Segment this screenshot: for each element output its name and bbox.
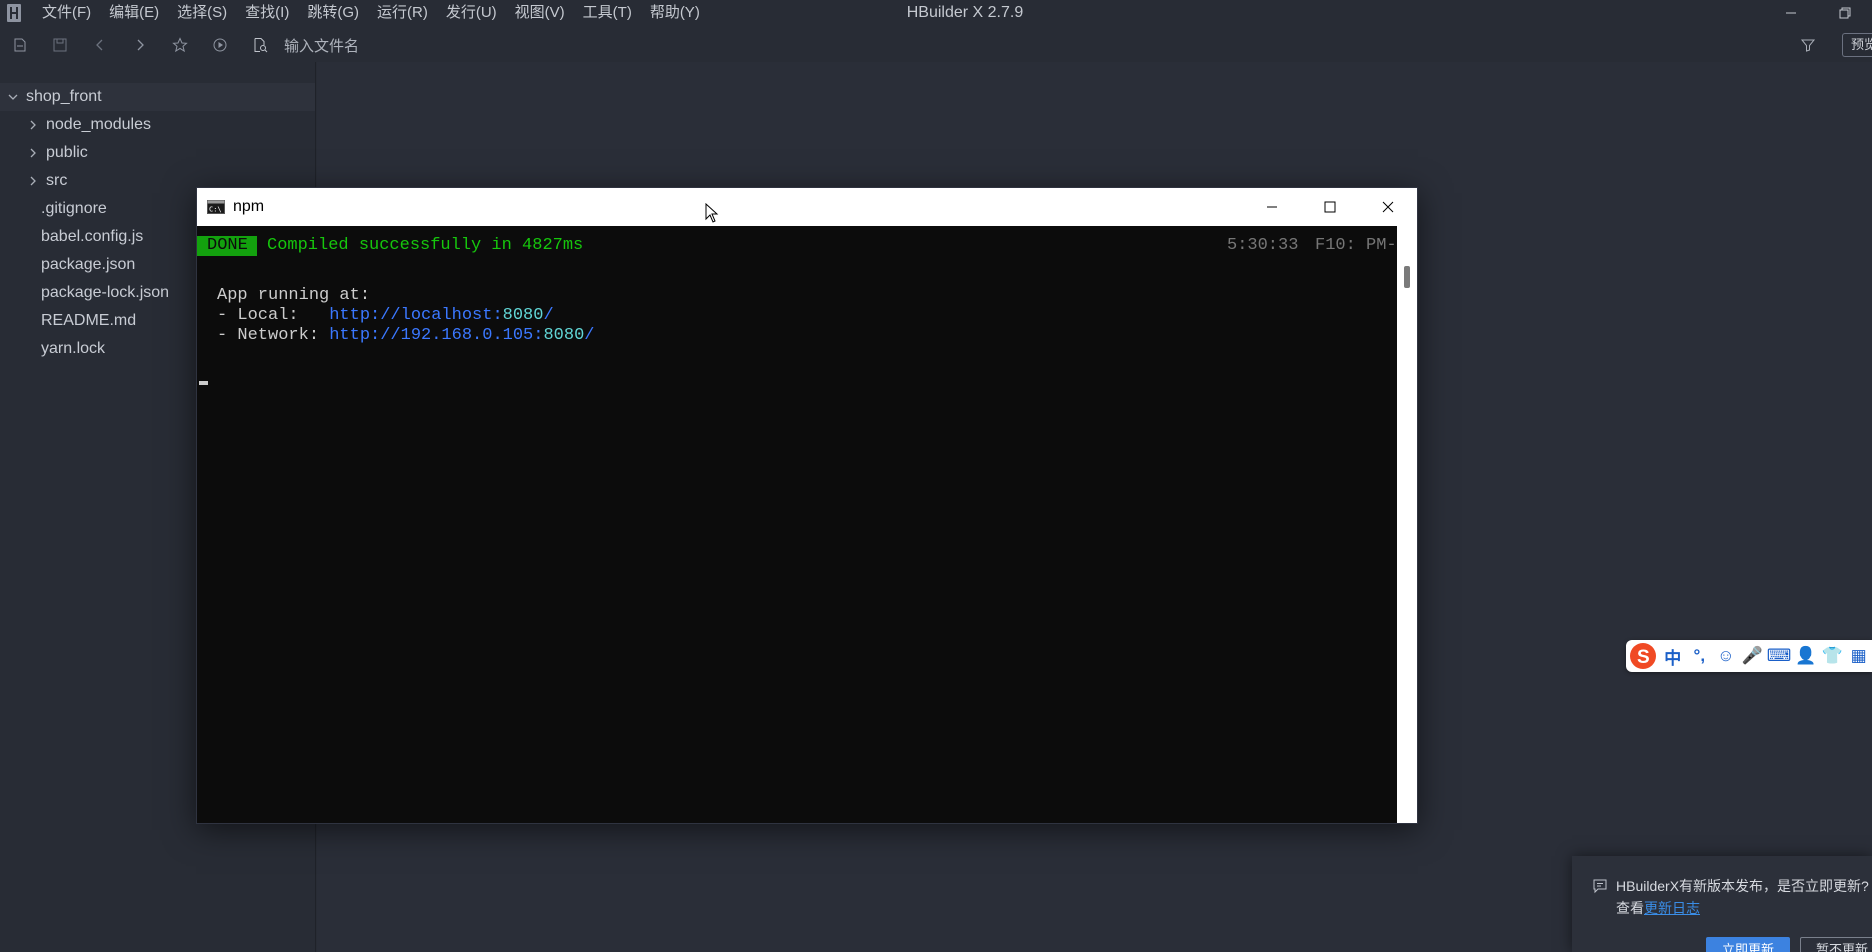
- title-bar: 文件(F) 编辑(E) 选择(S) 查找(I) 跳转(G) 运行(R) 发行(U…: [0, 0, 1872, 26]
- preview-button[interactable]: 预览: [1842, 33, 1872, 57]
- ime-user-icon[interactable]: 👤: [1792, 646, 1819, 666]
- menu-find[interactable]: 查找(I): [236, 0, 298, 26]
- terminal-status-tag: F10: PM-: [1315, 236, 1395, 255]
- minimize-icon[interactable]: [1243, 188, 1301, 226]
- chevron-right-icon[interactable]: [26, 118, 40, 132]
- view-prefix: 查看: [1616, 900, 1644, 916]
- tree-folder-label: src: [46, 172, 68, 189]
- ime-chinese-mode[interactable]: 中: [1659, 644, 1686, 669]
- local-url-link[interactable]: http://localhost:: [329, 306, 502, 325]
- done-badge: DONE: [197, 236, 257, 256]
- mouse-pointer-icon: [705, 203, 719, 223]
- changelog-line: 查看更新日志: [1616, 898, 1700, 918]
- npm-terminal-window[interactable]: C:\ npm DONE Compiled successfully in 48…: [196, 187, 1418, 824]
- terminal-output[interactable]: DONE Compiled successfully in 4827ms 5:3…: [197, 226, 1417, 823]
- update-notification: HBuilderX有新版本发布，是否立即更新? 查看更新日志 立即更新 暂不更新: [1572, 856, 1872, 952]
- ime-voice-icon[interactable]: 🎤: [1739, 646, 1766, 666]
- tree-folder-public[interactable]: public: [0, 139, 315, 167]
- terminal-cursor: [199, 381, 208, 385]
- ime-punctuation[interactable]: °,: [1686, 646, 1713, 666]
- menu-run[interactable]: 运行(R): [368, 0, 437, 26]
- later-button[interactable]: 暂不更新: [1800, 937, 1872, 952]
- run-icon[interactable]: [200, 28, 240, 62]
- tree-folder-label: public: [46, 144, 88, 161]
- menu-help[interactable]: 帮助(Y): [641, 0, 709, 26]
- tree-folder-label: node_modules: [46, 116, 151, 133]
- maximize-icon[interactable]: [1301, 188, 1359, 226]
- compile-timestamp: 5:30:33: [1227, 236, 1299, 255]
- terminal-title-bar[interactable]: C:\ npm: [197, 188, 1417, 226]
- file-search-icon[interactable]: [240, 28, 280, 62]
- chevron-right-icon[interactable]: [26, 174, 40, 188]
- back-icon[interactable]: [80, 28, 120, 62]
- svg-text:C:\: C:\: [209, 206, 222, 214]
- console-icon: C:\: [207, 199, 227, 215]
- network-url-link[interactable]: http://192.168.0.105:: [329, 326, 543, 345]
- changelog-link[interactable]: 更新日志: [1644, 900, 1700, 916]
- network-url-line: - Network: http://192.168.0.105:8080/: [217, 326, 594, 346]
- terminal-window-controls: [1243, 188, 1417, 226]
- sogou-logo-icon[interactable]: S: [1626, 640, 1659, 672]
- message-icon: [1592, 878, 1608, 894]
- menu-view[interactable]: 视图(V): [506, 0, 574, 26]
- local-label: - Local:: [217, 306, 330, 325]
- tree-root-shop-front[interactable]: shop_front: [0, 83, 315, 111]
- save-icon[interactable]: [40, 28, 80, 62]
- minimize-icon[interactable]: [1764, 0, 1818, 26]
- ime-emoji-icon[interactable]: ☺: [1713, 646, 1740, 666]
- terminal-scrollbar-thumb[interactable]: [1404, 266, 1410, 288]
- menu-tools[interactable]: 工具(T): [574, 0, 641, 26]
- app-running-line: App running at:: [217, 286, 371, 305]
- compiled-message: Compiled successfully in 4827ms: [267, 236, 584, 255]
- toolbar-right: 预览: [1788, 28, 1872, 62]
- network-label: - Network:: [217, 326, 330, 345]
- ime-skin-icon[interactable]: 👕: [1819, 646, 1846, 666]
- terminal-title: npm: [233, 198, 265, 215]
- menu-bar: 文件(F) 编辑(E) 选择(S) 查找(I) 跳转(G) 运行(R) 发行(U…: [28, 0, 709, 26]
- ime-toolbox-icon[interactable]: ▦: [1845, 646, 1872, 666]
- local-url-line: - Local: http://localhost:8080/: [217, 306, 554, 326]
- menu-publish[interactable]: 发行(U): [437, 0, 506, 26]
- forward-icon[interactable]: [120, 28, 160, 62]
- svg-text:S: S: [1637, 647, 1650, 668]
- local-slash: /: [543, 306, 554, 325]
- new-file-icon[interactable]: [0, 28, 40, 62]
- menu-select[interactable]: 选择(S): [168, 0, 236, 26]
- network-slash: /: [584, 326, 595, 345]
- chevron-down-icon[interactable]: [6, 90, 20, 104]
- menu-file[interactable]: 文件(F): [28, 0, 100, 26]
- menu-goto[interactable]: 跳转(G): [298, 0, 368, 26]
- filter-icon[interactable]: [1788, 28, 1828, 62]
- local-port: 8080: [502, 306, 544, 325]
- file-search-input[interactable]: 输入文件名: [284, 35, 359, 56]
- update-now-button[interactable]: 立即更新: [1706, 937, 1790, 952]
- network-port: 8080: [543, 326, 585, 345]
- terminal-scrollbar[interactable]: [1397, 226, 1417, 823]
- ime-keyboard-icon[interactable]: ⌨: [1766, 646, 1793, 666]
- close-icon[interactable]: [1359, 188, 1417, 226]
- toolbar: 输入文件名 预览: [0, 28, 1872, 62]
- ime-toolbar[interactable]: S 中 °, ☺ 🎤 ⌨ 👤 👕 ▦: [1626, 640, 1872, 672]
- menu-edit[interactable]: 编辑(E): [100, 0, 168, 26]
- hbuilder-logo-icon[interactable]: [0, 0, 28, 26]
- window-controls: [1764, 0, 1872, 26]
- tree-folder-node-modules[interactable]: node_modules: [0, 111, 315, 139]
- hbuilder-window: 文件(F) 编辑(E) 选择(S) 查找(I) 跳转(G) 运行(R) 发行(U…: [0, 0, 1872, 952]
- restore-icon[interactable]: [1818, 0, 1872, 26]
- bookmark-star-icon[interactable]: [160, 28, 200, 62]
- chevron-right-icon[interactable]: [26, 146, 40, 160]
- tree-root-label: shop_front: [26, 88, 102, 105]
- update-message: HBuilderX有新版本发布，是否立即更新?: [1616, 878, 1869, 894]
